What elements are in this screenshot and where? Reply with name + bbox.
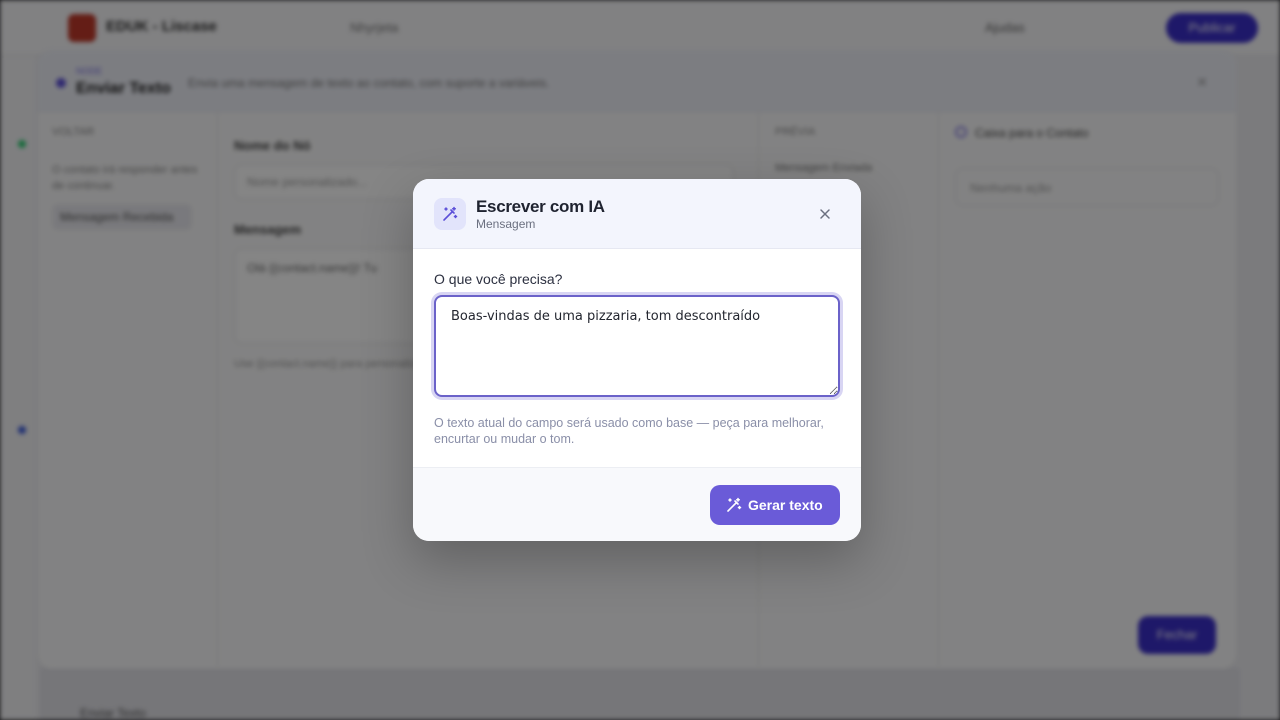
generate-text-label: Gerar texto (748, 497, 823, 513)
ai-write-dialog: Escrever com IA Mensagem O que você prec… (413, 179, 861, 541)
magic-wand-icon (434, 198, 466, 230)
magic-wand-icon (727, 497, 742, 512)
prompt-help-text: O texto atual do campo será usado como b… (434, 416, 824, 446)
close-button[interactable] (814, 203, 836, 225)
prompt-label: O que você precisa? (434, 271, 563, 287)
generate-text-button[interactable]: Gerar texto (710, 485, 840, 525)
prompt-textarea[interactable]: Boas-vindas de uma pizzaria, tom descont… (434, 295, 840, 397)
dialog-footer: Gerar texto (413, 467, 861, 541)
dialog-title: Escrever com IA (476, 197, 605, 216)
close-icon (820, 209, 830, 219)
dialog-subtitle: Mensagem (476, 217, 536, 231)
dialog-header: Escrever com IA Mensagem (413, 179, 861, 249)
